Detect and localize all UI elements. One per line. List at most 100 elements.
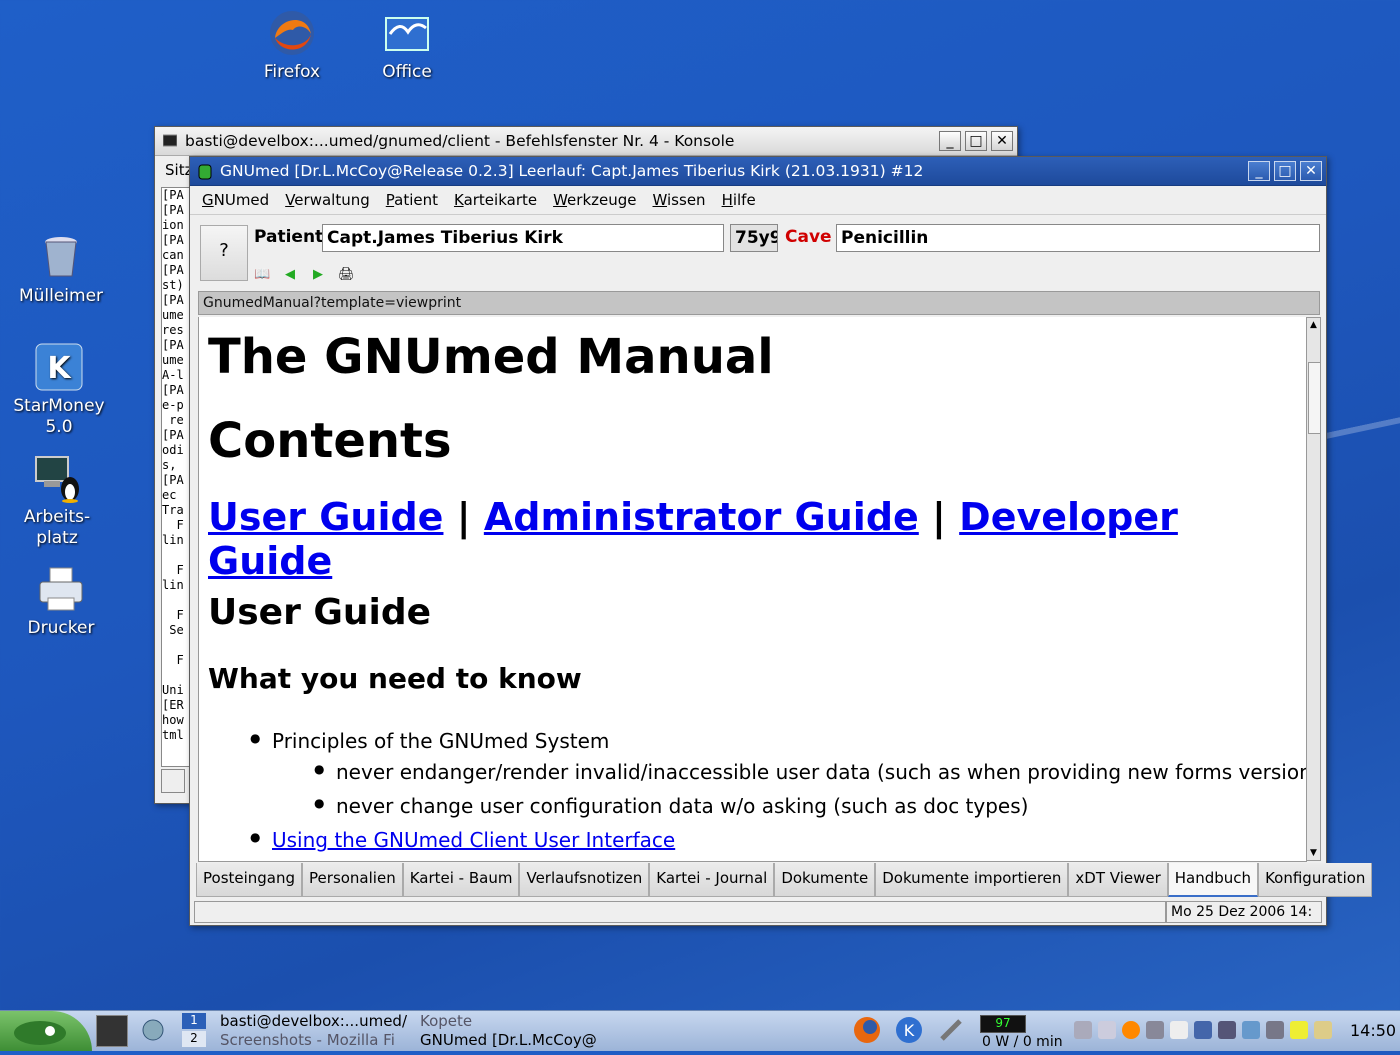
task-gnumed[interactable]: GNUmed [Dr.L.McCoy@: [420, 1031, 597, 1049]
display-icon[interactable]: [1218, 1021, 1236, 1039]
terminal-line: Tra: [162, 503, 184, 517]
patient-search-field[interactable]: Capt.James Tiberius Kirk: [322, 224, 724, 252]
browser-toolbar: 📖 ◀ ▶ 🖨: [254, 265, 355, 285]
desktop-icon-starmoney[interactable]: K StarMoney 5.0: [4, 342, 114, 438]
heading-user-guide: User Guide: [208, 592, 432, 633]
tab-posteingang[interactable]: Posteingang: [196, 863, 303, 897]
terminal-line: s,: [162, 458, 177, 472]
konqueror-launcher-icon[interactable]: K: [894, 1015, 924, 1045]
trash-icon: [36, 232, 86, 282]
tab-handbuch[interactable]: Handbuch: [1167, 863, 1259, 897]
tab-xdt-viewer[interactable]: xDT Viewer: [1068, 863, 1168, 897]
link-user-guide[interactable]: User Guide: [208, 495, 443, 539]
new-session-icon[interactable]: [161, 769, 185, 793]
menu-hilfe[interactable]: Hilfe: [722, 191, 756, 209]
terminal-line: odi: [162, 443, 184, 457]
manual-content[interactable]: The GNUmed Manual Contents User Guide | …: [198, 317, 1307, 862]
desktop-icon-printer[interactable]: Drucker: [6, 564, 116, 639]
heading-manual: The GNUmed Manual: [208, 329, 774, 385]
terminal-line: [PA: [162, 338, 184, 352]
clipboard-icon[interactable]: [1170, 1021, 1188, 1039]
terminal-launcher-icon[interactable]: [96, 1015, 128, 1047]
minimize-button[interactable]: _: [1248, 161, 1270, 181]
forward-arrow-icon[interactable]: ▶: [310, 267, 326, 283]
cave-label: Cave: [785, 227, 832, 247]
task-mozilla[interactable]: Screenshots - Mozilla Fi: [220, 1031, 395, 1049]
signal-icon[interactable]: [1194, 1021, 1212, 1039]
scroll-thumb[interactable]: [1308, 362, 1321, 434]
desktop-pager-2[interactable]: 2: [182, 1031, 206, 1047]
warning-icon[interactable]: [1122, 1021, 1140, 1039]
menu-verwaltung[interactable]: Verwaltung: [285, 191, 370, 209]
k-menu-button[interactable]: [0, 1011, 92, 1051]
terminal-line: can: [162, 248, 184, 262]
link-separator: |: [932, 495, 946, 539]
battery-indicator[interactable]: 97: [980, 1015, 1026, 1033]
kde-settings-icon[interactable]: [138, 1015, 168, 1045]
menu-karteikarte[interactable]: Karteikarte: [454, 191, 537, 209]
desktop-icon-office[interactable]: Office: [352, 8, 462, 83]
kopete-tray-icon[interactable]: [1266, 1021, 1284, 1039]
print-icon[interactable]: 🖨: [338, 267, 355, 283]
tab-kartei-baum[interactable]: Kartei - Baum: [402, 863, 520, 897]
menu-wissen[interactable]: Wissen: [653, 191, 706, 209]
network-config-icon[interactable]: [1242, 1021, 1260, 1039]
link-administrator-guide[interactable]: Administrator Guide: [484, 495, 919, 539]
power-readout: 0 W / 0 min: [982, 1034, 1063, 1050]
minimize-button[interactable]: _: [939, 131, 961, 151]
scroll-down-arrow[interactable]: ▼: [1308, 847, 1319, 859]
task-kopete[interactable]: Kopete: [420, 1012, 472, 1030]
terminal-line: ume: [162, 353, 184, 367]
patient-photo-button[interactable]: ?: [200, 225, 248, 281]
svg-text:K: K: [47, 351, 72, 386]
clock[interactable]: 14:50: [1350, 1021, 1396, 1040]
close-button[interactable]: ✕: [1300, 161, 1322, 181]
desktop-pager-1[interactable]: 1: [182, 1013, 206, 1029]
cave-allergy-field[interactable]: Penicillin: [836, 224, 1320, 252]
notes-icon[interactable]: [1290, 1021, 1308, 1039]
computer-tux-icon: [32, 453, 82, 503]
tab-dokumente-importieren[interactable]: Dokumente importieren: [875, 863, 1069, 897]
book-icon[interactable]: 📖: [254, 267, 270, 283]
tab-verlaufsnotizen[interactable]: Verlaufsnotizen: [519, 863, 650, 897]
menu-patient[interactable]: Patient: [386, 191, 438, 209]
patient-label: Patient: [254, 227, 324, 247]
search-icon[interactable]: [1098, 1021, 1116, 1039]
back-arrow-icon[interactable]: ◀: [282, 267, 298, 283]
menu-werkzeuge[interactable]: Werkzeuge: [553, 191, 636, 209]
konsole-titlebar[interactable]: basti@develbox:...umed/gnumed/client - B…: [155, 127, 1017, 156]
url-bar[interactable]: GnumedManual?template=viewprint: [198, 291, 1320, 315]
update-icon[interactable]: [1314, 1021, 1332, 1039]
tool-launcher-icon[interactable]: [936, 1015, 966, 1045]
tab-kartei-journal[interactable]: Kartei - Journal: [649, 863, 775, 897]
konsole-terminal-output[interactable]: [PA [PA ion [PA can [PA st) [PA ume res [PA ume A-l[…: [161, 187, 191, 767]
gnumed-window[interactable]: GNUmed [Dr.L.McCoy@Release 0.2.3] Leerla…: [189, 156, 1373, 926]
terminal-line: F: [162, 563, 184, 577]
svg-text:K: K: [904, 1021, 915, 1040]
gnumed-titlebar[interactable]: GNUmed [Dr.L.McCoy@Release 0.2.3] Leerla…: [190, 157, 1326, 186]
maximize-button[interactable]: □: [1274, 161, 1296, 181]
desktop-icon-arbeitsplatz[interactable]: Arbeits- platz: [2, 453, 112, 549]
terminal-line: e-p: [162, 398, 184, 412]
close-button[interactable]: ✕: [991, 131, 1013, 151]
firefox-icon: [267, 8, 317, 58]
tab-konfiguration[interactable]: Konfiguration: [1258, 863, 1373, 897]
desktop-icon-trash[interactable]: Mülleimer: [6, 232, 116, 307]
network-icon[interactable]: [1146, 1021, 1164, 1039]
terminal-line: st): [162, 278, 184, 292]
list-item-principles: Principles of the GNUmed System: [250, 729, 609, 753]
terminal-line: [PA: [162, 293, 184, 307]
maximize-button[interactable]: □: [965, 131, 987, 151]
vertical-scrollbar[interactable]: ▲ ▼: [1306, 317, 1321, 861]
desktop-icon-firefox[interactable]: Firefox: [237, 8, 347, 83]
menu-gnumed[interactable]: GNUmed: [202, 191, 269, 209]
task-konsole[interactable]: basti@develbox:...umed/: [220, 1012, 407, 1030]
volume-icon[interactable]: [1074, 1021, 1092, 1039]
firefox-launcher-icon[interactable]: [852, 1015, 882, 1045]
kde-gear-icon: K: [34, 342, 84, 392]
link-using-client-ui[interactable]: Using the GNUmed Client User Interface: [272, 828, 675, 852]
tab-dokumente[interactable]: Dokumente: [774, 863, 876, 897]
tab-personalien[interactable]: Personalien: [302, 863, 403, 897]
terminal-line: F: [162, 653, 184, 667]
scroll-up-arrow[interactable]: ▲: [1308, 319, 1319, 331]
